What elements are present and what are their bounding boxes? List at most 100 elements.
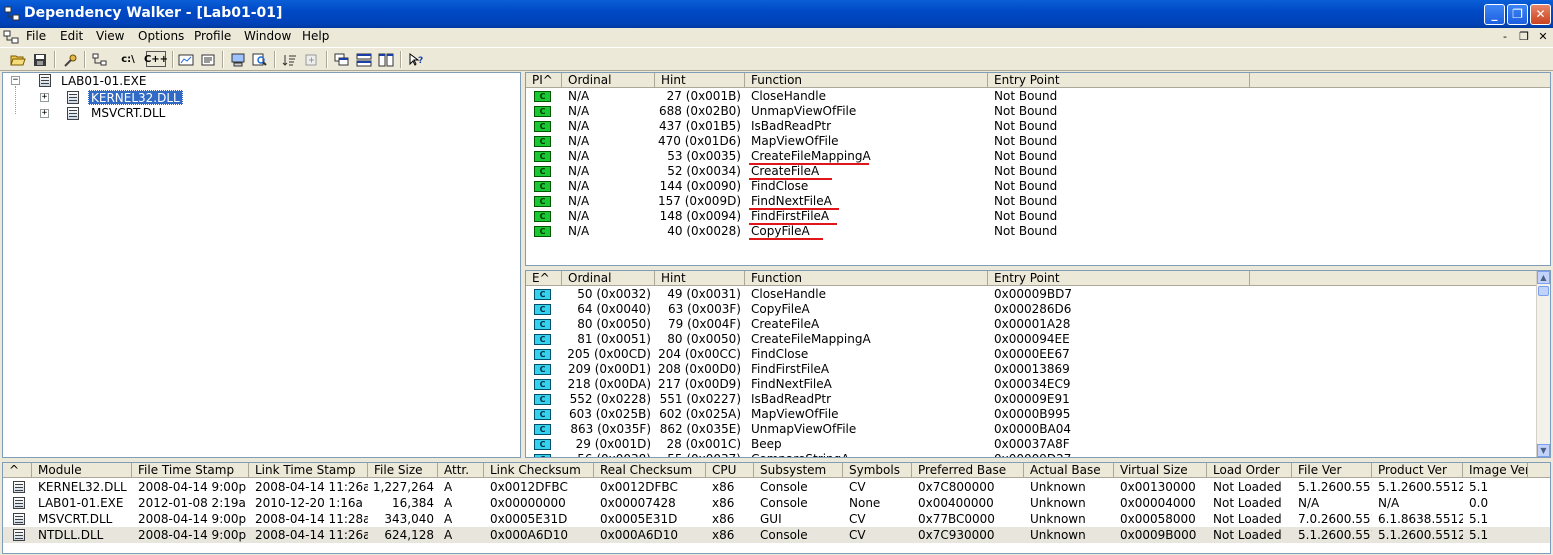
menu-window[interactable]: Window — [244, 29, 291, 43]
tree-view-button[interactable] — [90, 50, 110, 69]
export-row[interactable]: C 209 (0x00D1) 208 (0x00D0) FindFirstFileA 0… — [526, 362, 1550, 377]
restore-button[interactable]: ❐ — [1507, 4, 1528, 25]
imports-list[interactable]: PI^ Ordinal Hint Function Entry Point C N… — [525, 72, 1551, 266]
col-hint[interactable]: Hint — [655, 271, 745, 286]
modules-col-header[interactable]: Symbols — [843, 463, 912, 478]
modules-col-header[interactable]: CPU — [706, 463, 754, 478]
col-ordinal[interactable]: Ordinal — [562, 271, 655, 286]
modules-col-header[interactable]: Image Ver — [1463, 463, 1528, 478]
import-row[interactable]: C N/A 157 (0x009D) FindNextFileA Not Bound — [526, 194, 1550, 209]
export-row[interactable]: C 863 (0x035F) 862 (0x035E) UnmapViewOfFile… — [526, 422, 1550, 437]
col-hint[interactable]: Hint — [655, 73, 745, 88]
export-row[interactable]: C 29 (0x001D) 28 (0x001C) Beep 0x00037A8F — [526, 437, 1550, 452]
properties-button[interactable] — [198, 50, 218, 69]
mdi-restore-button[interactable]: ❐ — [1517, 30, 1531, 44]
c-export-icon: C — [534, 454, 551, 457]
col-entry-point[interactable]: Entry Point — [988, 73, 1250, 88]
title-bar[interactable]: Dependency Walker - [Lab01-01] _ ❐ ✕ — [0, 0, 1553, 28]
module-list[interactable]: ^ Module File Time Stamp Link Time Stamp Fil… — [2, 462, 1551, 554]
open-button[interactable] — [8, 50, 28, 69]
export-row[interactable]: C 80 (0x0050) 79 (0x004F) CreateFileA 0x0000… — [526, 317, 1550, 332]
module-row[interactable]: LAB01-01.EXE 2012-01-08 2:19a 2010-12-20 1… — [3, 495, 1550, 511]
import-row[interactable]: C N/A 27 (0x001B) CloseHandle Not Bound — [526, 89, 1550, 104]
undecorate-cpp-button[interactable]: C++ — [144, 51, 168, 67]
mdi-minimize-button[interactable]: - — [1498, 30, 1512, 44]
col-pi[interactable]: PI^ — [526, 73, 562, 88]
document-icon[interactable] — [3, 30, 19, 44]
mdi-close-button[interactable]: ✕ — [1536, 30, 1550, 44]
modules-col-header[interactable]: Product Ver — [1372, 463, 1463, 478]
tree-item-msvcrt[interactable]: MSVCRT.DLL — [91, 106, 165, 121]
modules-col-header[interactable]: Preferred Base — [912, 463, 1024, 478]
scroll-down-icon[interactable]: ▼ — [1537, 444, 1550, 457]
modules-col-header[interactable]: Actual Base — [1024, 463, 1114, 478]
export-row[interactable]: C 205 (0x00CD) 204 (0x00CC) FindClose 0x0000… — [526, 347, 1550, 362]
tile-vertical-button[interactable] — [376, 50, 396, 69]
menu-help[interactable]: Help — [302, 29, 329, 43]
export-row[interactable]: C 81 (0x0051) 80 (0x0050) CreateFileMapping… — [526, 332, 1550, 347]
import-row[interactable]: C N/A 52 (0x0034) CreateFileA Not Bound — [526, 164, 1550, 179]
full-paths-button[interactable]: c:\ — [118, 50, 138, 69]
auto-expand-button[interactable] — [280, 50, 300, 69]
module-row[interactable]: NTDLL.DLL 2008-04-14 9:00p 2008-04-14 11:2… — [3, 527, 1550, 543]
export-row[interactable]: C 64 (0x0040) 63 (0x003F) CopyFileA 0x000286… — [526, 302, 1550, 317]
modules-col-header[interactable]: File Time Stamp — [132, 463, 249, 478]
menu-edit[interactable]: Edit — [60, 29, 83, 43]
import-row[interactable]: C N/A 437 (0x01B5) IsBadReadPtr Not Bound — [526, 119, 1550, 134]
exports-scrollbar[interactable]: ▲ ▼ — [1536, 271, 1550, 457]
module-tree[interactable]: − LAB01-01.EXE + KERNEL32.DLL + MSVCRT.D… — [2, 72, 521, 458]
col-entry-point[interactable]: Entry Point — [988, 271, 1250, 286]
copy-button[interactable] — [60, 50, 80, 69]
module-row[interactable]: MSVCRT.DLL 2008-04-14 9:00p 2008-04-14 11:… — [3, 511, 1550, 527]
menu-options[interactable]: Options — [138, 29, 184, 43]
collapse-icon[interactable]: − — [11, 76, 20, 85]
col-function[interactable]: Function — [745, 73, 988, 88]
modules-col-header[interactable]: Attr. — [438, 463, 484, 478]
menu-view[interactable]: View — [96, 29, 124, 43]
module-row[interactable]: KERNEL32.DLL 2008-04-14 9:00p 2008-04-14 1… — [3, 479, 1550, 495]
import-row[interactable]: C N/A 53 (0x0035) CreateFileMappingA Not Bou… — [526, 149, 1550, 164]
modules-col-header[interactable]: Subsystem — [754, 463, 843, 478]
tree-root-label[interactable]: LAB01-01.EXE — [61, 74, 146, 89]
export-row[interactable]: C 50 (0x0032) 49 (0x0031) CloseHandle 0x0000… — [526, 287, 1550, 302]
exports-list[interactable]: E^ Ordinal Hint Function Entry Point C 50… — [525, 270, 1551, 458]
expand-icon[interactable]: + — [40, 93, 49, 102]
tile-horizontal-button[interactable] — [354, 50, 374, 69]
export-row[interactable]: C 603 (0x025B) 602 (0x025A) MapViewOfFile 0x… — [526, 407, 1550, 422]
col-ordinal[interactable]: Ordinal — [562, 73, 655, 88]
menu-profile[interactable]: Profile — [194, 29, 231, 43]
import-row[interactable]: C N/A 688 (0x02B0) UnmapViewOfFile Not Bound — [526, 104, 1550, 119]
export-row[interactable]: C 218 (0x00DA) 217 (0x00D9) FindNextFileA 0x… — [526, 377, 1550, 392]
modules-col-header[interactable]: Load Order — [1207, 463, 1292, 478]
import-row[interactable]: C N/A 144 (0x0090) FindClose Not Bound — [526, 179, 1550, 194]
modules-col-header[interactable]: File Ver — [1292, 463, 1372, 478]
modules-col-header[interactable]: Module — [32, 463, 132, 478]
import-row[interactable]: C N/A 470 (0x01D6) MapViewOfFile Not Bound — [526, 134, 1550, 149]
modules-col-header[interactable]: File Size — [368, 463, 438, 478]
modules-col-header[interactable]: Real Checksum — [594, 463, 706, 478]
modules-col-header[interactable]: Link Checksum — [484, 463, 594, 478]
import-row[interactable]: C N/A 148 (0x0094) FindFirstFileA Not Bound — [526, 209, 1550, 224]
scroll-thumb[interactable] — [1538, 286, 1549, 296]
modules-col-header[interactable]: Virtual Size — [1114, 463, 1207, 478]
tree-item-kernel32[interactable]: KERNEL32.DLL — [88, 90, 183, 105]
import-row[interactable]: C N/A 40 (0x0028) CopyFileA Not Bound — [526, 224, 1550, 239]
expand-all-button[interactable] — [302, 50, 322, 69]
modules-col-header[interactable]: Link Time Stamp — [249, 463, 368, 478]
menu-file[interactable]: File — [26, 29, 46, 43]
profile-button[interactable] — [176, 50, 196, 69]
close-button[interactable]: ✕ — [1530, 4, 1551, 25]
col-e[interactable]: E^ — [526, 271, 562, 286]
export-row[interactable]: C 56 (0x0038)55 (0x0037)CompareStringA0x0… — [526, 452, 1550, 457]
context-help-button[interactable]: ? — [406, 50, 426, 69]
expand-icon[interactable]: + — [40, 109, 49, 118]
find-button[interactable] — [250, 50, 270, 69]
system-info-button[interactable] — [228, 50, 248, 69]
modules-col-header[interactable]: ^ — [3, 463, 32, 478]
minimize-button[interactable]: _ — [1484, 4, 1505, 25]
cascade-button[interactable] — [332, 50, 352, 69]
save-button[interactable] — [30, 50, 50, 69]
scroll-up-icon[interactable]: ▲ — [1537, 271, 1550, 284]
export-row[interactable]: C 552 (0x0228) 551 (0x0227) IsBadReadPtr 0x0… — [526, 392, 1550, 407]
col-function[interactable]: Function — [745, 271, 988, 286]
